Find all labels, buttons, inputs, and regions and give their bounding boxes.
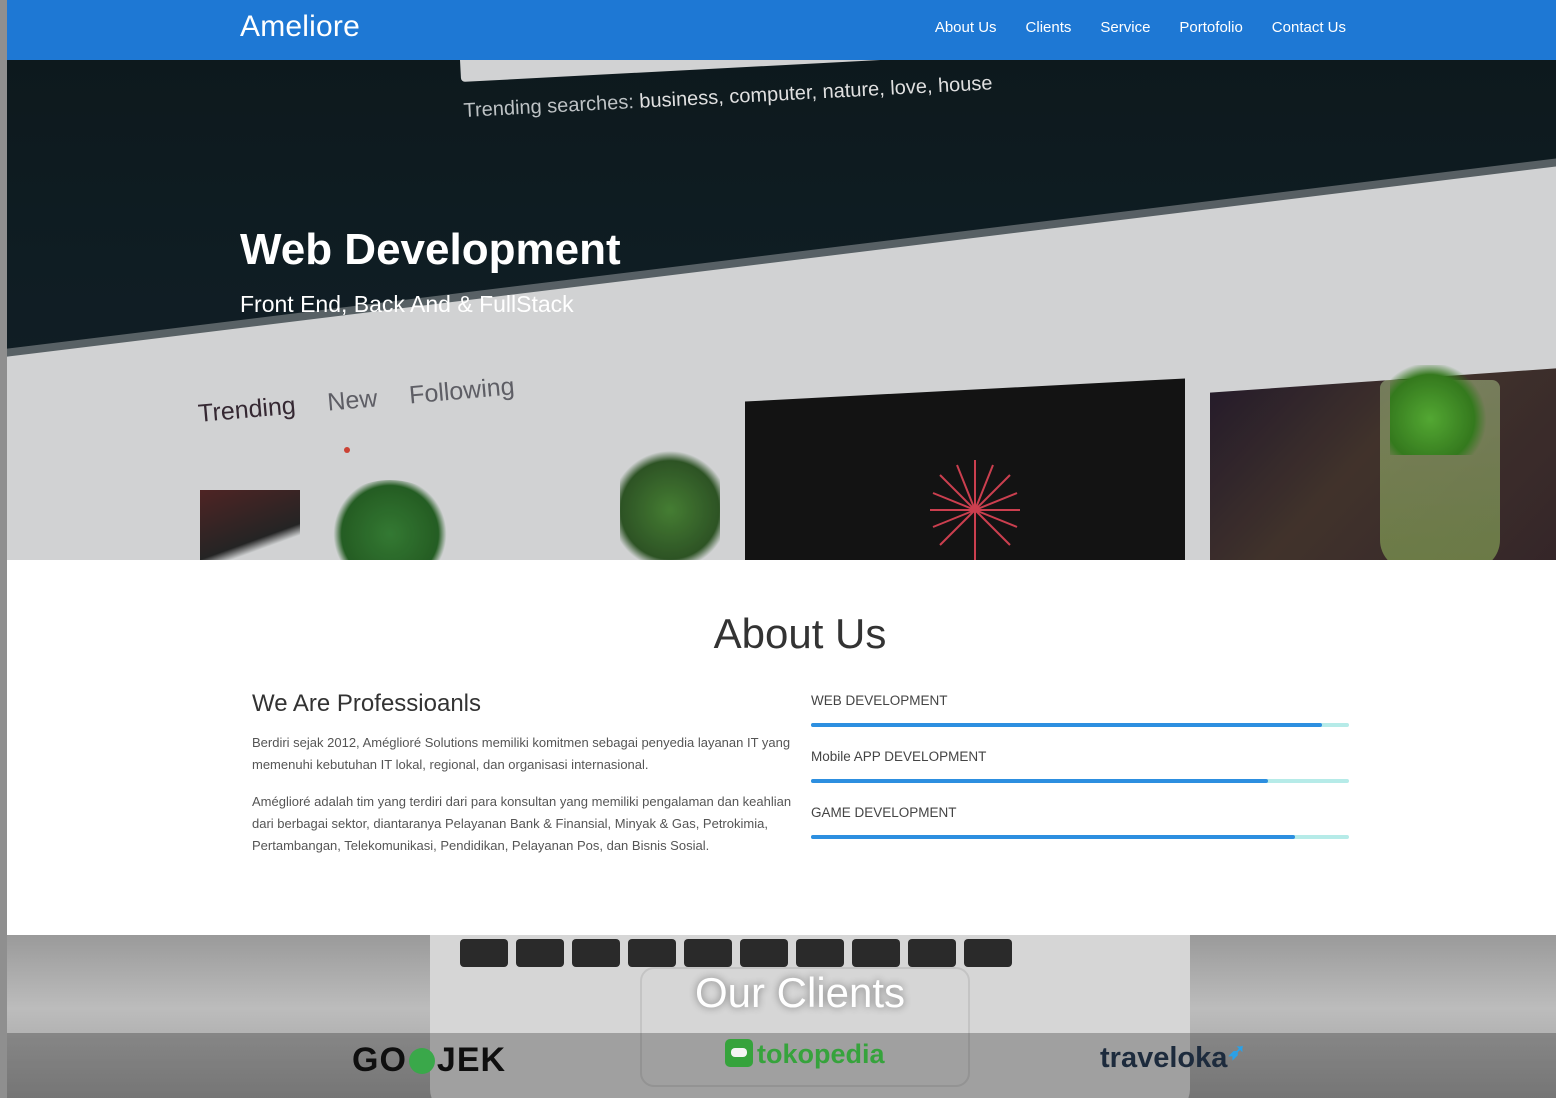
skill-label: Mobile APP DEVELOPMENT xyxy=(811,749,987,764)
about-paragraph-1: Berdiri sejak 2012, Améglioré Solutions … xyxy=(252,735,791,772)
tokopedia-wordmark: tokopedia xyxy=(757,1039,885,1069)
about-section: About Us We Are Professioanls Berdiri se… xyxy=(0,560,1556,935)
clients-title: Our Clients xyxy=(694,969,906,1016)
client-logo-tokopedia[interactable]: tokopedia xyxy=(725,1039,885,1070)
gojek-wordmark-go: GO xyxy=(352,1041,407,1079)
hero-subtitle: Front End, Back And & FullStack xyxy=(240,291,574,317)
navbar: Ameliore About Us Clients Service Portof… xyxy=(0,0,1556,60)
skill-progress-fill xyxy=(811,723,1323,727)
nav-link-contact-us[interactable]: Contact Us xyxy=(1272,19,1346,36)
nav-link-service[interactable]: Service xyxy=(1100,19,1150,36)
skill-mobile-app-development: Mobile APP DEVELOPMENT xyxy=(811,749,1349,783)
window-frame-edge xyxy=(0,0,7,1098)
nav-link-clients[interactable]: Clients xyxy=(1026,19,1072,36)
skill-progress-track xyxy=(811,835,1349,839)
skills-list: WEB DEVELOPMENT Mobile APP DEVELOPMENT G… xyxy=(811,693,1349,861)
gojek-scooter-icon xyxy=(408,1048,435,1074)
skill-label: WEB DEVELOPMENT xyxy=(811,693,948,708)
traveloka-bird-icon: ➶ xyxy=(1227,1039,1246,1064)
about-text-column: We Are Professioanls Berdiri sejak 2012,… xyxy=(252,690,792,872)
about-heading: We Are Professioanls xyxy=(252,690,481,717)
gojek-wordmark-jek: JEK xyxy=(436,1041,507,1079)
hero-overlay xyxy=(0,60,1556,560)
tokopedia-bag-icon xyxy=(725,1039,753,1067)
skill-game-development: GAME DEVELOPMENT xyxy=(811,805,1349,839)
hero-title: Web Development xyxy=(240,225,621,274)
hero-section: Trending searches: business, computer, n… xyxy=(0,60,1556,560)
nav-link-about-us[interactable]: About Us xyxy=(935,19,997,36)
skill-progress-fill xyxy=(811,835,1296,839)
skill-progress-track xyxy=(811,779,1349,783)
skill-label: GAME DEVELOPMENT xyxy=(811,805,957,820)
about-paragraph-2: Améglioré adalah tim yang terdiri dari p… xyxy=(252,794,792,853)
skill-progress-track xyxy=(811,723,1349,727)
traveloka-wordmark: traveloka xyxy=(1100,1042,1228,1074)
brand-logo[interactable]: Ameliore xyxy=(240,10,360,44)
skill-web-development: WEB DEVELOPMENT xyxy=(811,693,1349,727)
main-nav: About Us Clients Service Portofolio Cont… xyxy=(935,19,1346,36)
skill-progress-fill xyxy=(811,779,1269,783)
client-logo-gojek[interactable]: GO JEK xyxy=(352,1041,506,1080)
clients-section: Our Clients GO JEK tokopedia traveloka➶ xyxy=(0,935,1556,1098)
nav-link-portofolio[interactable]: Portofolio xyxy=(1179,19,1242,36)
about-title: About Us xyxy=(713,610,887,657)
client-logo-traveloka[interactable]: traveloka➶ xyxy=(1100,1039,1246,1075)
